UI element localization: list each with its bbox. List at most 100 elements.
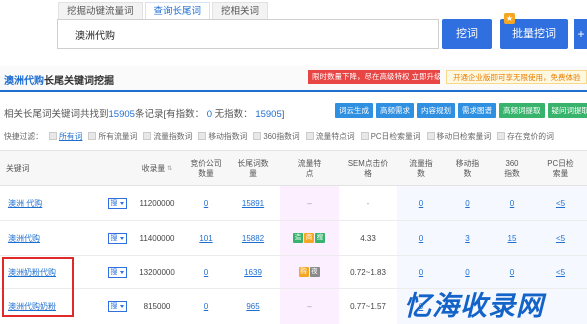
checkbox-icon xyxy=(305,132,314,140)
page-root: 挖掘动键流量词 查询长尾词 挖相关词 挖词 批量挖词 ★ + 澳洲代购长尾关键词… xyxy=(0,0,587,324)
th-volume[interactable]: 收录量 ⇅ xyxy=(128,151,186,187)
longtail-link[interactable]: 15882 xyxy=(226,221,280,255)
checkbox-icon xyxy=(143,132,152,140)
checkbox-icon xyxy=(88,132,97,140)
traffic-feature-cell: 购夜 xyxy=(280,256,339,288)
search-input[interactable] xyxy=(58,20,438,48)
traffic-feature-cell: – xyxy=(307,198,312,208)
action-buttons: 词云生成 高频需求 内容规划 需求图谱 高频词提取 疑问词提取 xyxy=(332,103,587,118)
demand-graph-button[interactable]: 需求图谱 xyxy=(458,103,496,118)
traffic-feature-cell: – xyxy=(307,302,312,311)
high-freq-extract-button[interactable]: 高频词提取 xyxy=(499,103,545,118)
star-icon: ★ xyxy=(504,13,515,24)
tab-longtail-words[interactable]: 查询长尾词 xyxy=(144,2,211,19)
summary-count: 15905 xyxy=(108,109,135,120)
filter-pc-daily[interactable]: PC日检索量词 xyxy=(360,131,421,142)
question-extract-button[interactable]: 疑问词提取 xyxy=(547,103,587,118)
index-360-link[interactable]: 0 xyxy=(490,186,534,220)
highlight-box xyxy=(2,257,74,317)
bid-count-link[interactable]: 0 xyxy=(186,289,226,324)
engine-select[interactable]: 搜 xyxy=(106,256,128,288)
th-traffic-feature: 流量特点 xyxy=(297,159,322,178)
keyword-link[interactable]: 澳洲代购 xyxy=(0,221,100,255)
checkbox-icon xyxy=(497,132,506,140)
checkbox-icon xyxy=(198,132,207,140)
sem-price-cell: 0.72~1.83 xyxy=(350,267,386,277)
index-360-link[interactable]: 15 xyxy=(490,221,534,255)
summary-mid: 条记录[有指数： xyxy=(134,109,205,120)
longtail-link[interactable]: 965 xyxy=(226,289,280,324)
filter-mobile-daily[interactable]: 移动日检索量词 xyxy=(426,131,491,142)
volume-cell: 815000 xyxy=(143,302,171,311)
filter-traffic[interactable]: 所有流量词 xyxy=(88,131,137,142)
feature-tag: 购 xyxy=(298,267,309,277)
engine-select[interactable]: 搜 xyxy=(106,186,128,220)
feature-tag: 商 xyxy=(304,233,314,243)
longtail-link[interactable]: 1639 xyxy=(226,256,280,288)
sort-icon: ⇅ xyxy=(167,166,173,172)
summary-prefix: 相关长尾词关键词共找到 xyxy=(4,109,109,120)
promo-banner[interactable]: 限时数量下降，尽在高级特权 立即升级 xyxy=(308,70,440,84)
tab-traffic-words[interactable]: 挖掘动键流量词 xyxy=(58,2,143,19)
checkbox-icon xyxy=(253,132,262,140)
feature-tag: 夜 xyxy=(309,267,320,277)
high-freq-demand-button[interactable]: 高频需求 xyxy=(376,103,414,118)
th-pc-daily[interactable]: PC日检索量 xyxy=(534,151,587,187)
th-mobile-index[interactable]: 移动指数 xyxy=(445,151,490,187)
th-traffic-index[interactable]: 流量指数 xyxy=(397,151,445,187)
checkbox-icon xyxy=(426,132,435,140)
checkbox-icon xyxy=(48,132,57,140)
section-header: 澳洲代购长尾关键词挖掘 限时数量下降，尽在高级特权 立即升级 开通企业版即可享无… xyxy=(0,66,587,92)
sem-price-cell: 4.33 xyxy=(360,233,376,243)
filter-bidding[interactable]: 存在竞价的词 xyxy=(497,131,554,142)
feature-tag: 造 xyxy=(293,233,303,243)
engine-select[interactable]: 搜 xyxy=(106,289,128,324)
checkbox-icon xyxy=(360,132,369,140)
th-360-index[interactable]: 360指数 xyxy=(490,151,534,187)
bid-count-link[interactable]: 101 xyxy=(186,221,226,255)
summary-indexed: 0 xyxy=(206,109,213,120)
add-button[interactable]: + xyxy=(574,19,587,49)
bid-count-link[interactable]: 0 xyxy=(186,186,226,220)
traffic-index-link[interactable]: 0 xyxy=(397,221,445,255)
search-button[interactable]: 挖词 xyxy=(442,19,492,49)
table-row: 澳洲代购 搜 11400000 101 15882 造商搜 4.33 0 3 1… xyxy=(0,221,587,256)
filter-traffic-feature[interactable]: 流量特点词 xyxy=(305,131,355,142)
table-header: 关键词 收录量 ⇅ 竞价公司数量 长尾词数量 流量特点 SEM点击价格 流量指数 … xyxy=(0,150,587,186)
tab-related-words[interactable]: 挖相关词 xyxy=(212,2,269,19)
volume-cell: 11400000 xyxy=(139,233,175,243)
summary-mid2: 无指数： xyxy=(214,109,253,120)
wordcloud-button[interactable]: 词云生成 xyxy=(335,103,373,118)
filter-all[interactable]: 所有词 xyxy=(48,131,82,142)
th-sem-price[interactable]: SEM点击价格 xyxy=(339,151,397,187)
bid-count-link[interactable]: 0 xyxy=(186,256,226,288)
filter-mobile-index[interactable]: 移动指数词 xyxy=(198,131,247,142)
table-row: 澳洲 代购 搜 11200000 0 15891 – - 0 0 0 <5 xyxy=(0,186,587,221)
longtail-link[interactable]: 15891 xyxy=(226,186,280,220)
sem-price-cell: 0.77~1.57 xyxy=(350,302,386,311)
search-box xyxy=(57,19,439,49)
section-title-keyword: 澳洲代购 xyxy=(4,76,44,87)
keyword-link[interactable]: 澳洲 代购 xyxy=(0,186,100,220)
mobile-index-link[interactable]: 3 xyxy=(445,221,490,255)
engine-select[interactable]: 搜 xyxy=(106,221,128,255)
quick-filters: 快捷过滤： 所有词 所有流量词 流量指数词 移动指数词 360指数词 流量特点词… xyxy=(4,131,560,142)
search-tabs: 挖掘动键流量词 查询长尾词 挖相关词 xyxy=(58,2,270,19)
search-area: 挖掘动键流量词 查询长尾词 挖相关词 挖词 批量挖词 ★ + xyxy=(0,0,587,66)
section-title: 澳洲代购长尾关键词挖掘 xyxy=(4,72,114,87)
summary-unindexed: 15905 xyxy=(255,109,282,120)
filter-traffic-index[interactable]: 流量指数词 xyxy=(143,131,192,142)
enterprise-notice[interactable]: 开通企业版即可享无限使用，免费体验 xyxy=(446,70,587,84)
pc-daily-link[interactable]: <5 xyxy=(534,186,587,220)
pc-daily-link[interactable]: <5 xyxy=(534,221,587,255)
mobile-index-link[interactable]: 0 xyxy=(445,186,490,220)
feature-tag: 搜 xyxy=(315,233,325,243)
filter-360-index[interactable]: 360指数词 xyxy=(253,131,300,142)
th-bid-count[interactable]: 竞价公司数量 xyxy=(186,151,226,187)
th-longtail[interactable]: 长尾词数量 xyxy=(226,151,280,187)
content-plan-button[interactable]: 内容规划 xyxy=(417,103,455,118)
filter-label: 快捷过滤： xyxy=(4,132,43,141)
traffic-index-link[interactable]: 0 xyxy=(397,186,445,220)
th-keyword[interactable]: 关键词 xyxy=(0,151,128,187)
sem-price-cell: - xyxy=(366,198,370,208)
